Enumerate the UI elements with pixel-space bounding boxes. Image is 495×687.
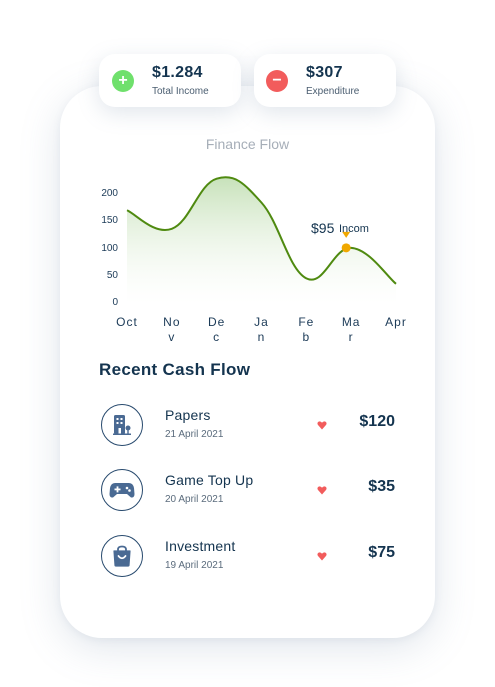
plus-icon: +: [112, 70, 134, 92]
total-income-label: Total Income: [152, 86, 209, 97]
item-name: Investment: [165, 538, 236, 554]
gamepad-icon: [101, 469, 143, 511]
item-name: Game Top Up: [165, 472, 254, 488]
y-tick-label: 200: [101, 188, 118, 199]
down-heart-icon: [317, 421, 327, 430]
x-tick-label: Dec: [207, 315, 226, 344]
total-income-card[interactable]: + $1.284 Total Income: [99, 54, 241, 107]
list-item[interactable]: Game Top Up 20 April 2021 $35: [99, 467, 399, 513]
y-tick-label: 100: [101, 242, 118, 254]
y-tick-label: 0: [112, 297, 118, 308]
item-date: 19 April 2021: [165, 560, 224, 571]
item-amount: $35: [368, 478, 395, 495]
building-icon: [101, 404, 143, 446]
x-tick-label: Oct: [116, 315, 138, 329]
shopping-bag-icon: [101, 535, 143, 577]
highlight-label: Incom: [339, 223, 369, 235]
minus-icon: −: [266, 70, 288, 92]
x-tick-label: Mar: [341, 315, 361, 344]
x-tick-label: Nov: [163, 315, 181, 344]
total-income-amount: $1.284: [152, 64, 203, 81]
item-amount: $120: [359, 413, 395, 430]
expenditure-label: Expenditure: [306, 86, 360, 97]
chart-title: Finance Flow: [205, 136, 290, 152]
x-tick-label: Jan: [254, 315, 269, 344]
down-heart-icon: [317, 486, 327, 495]
item-amount: $75: [368, 544, 395, 561]
expenditure-card[interactable]: − $307 Expenditure: [254, 54, 396, 107]
x-tick-label: Feb: [298, 315, 315, 344]
highlight-amount: $95: [311, 220, 335, 236]
item-date: 20 April 2021: [165, 494, 224, 505]
x-tick-label: Apr: [385, 315, 407, 329]
y-tick-label: 150: [101, 215, 118, 227]
y-tick-label: 50: [106, 269, 118, 281]
item-date: 21 April 2021: [165, 429, 224, 440]
list-item[interactable]: Investment 19 April 2021 $75: [99, 533, 399, 579]
down-heart-icon: [317, 552, 327, 561]
expenditure-amount: $307: [306, 64, 343, 81]
recent-cash-flow-title: Recent Cash Flow: [99, 360, 251, 379]
list-item[interactable]: Papers 21 April 2021 $120: [99, 402, 399, 448]
item-name: Papers: [165, 407, 211, 423]
